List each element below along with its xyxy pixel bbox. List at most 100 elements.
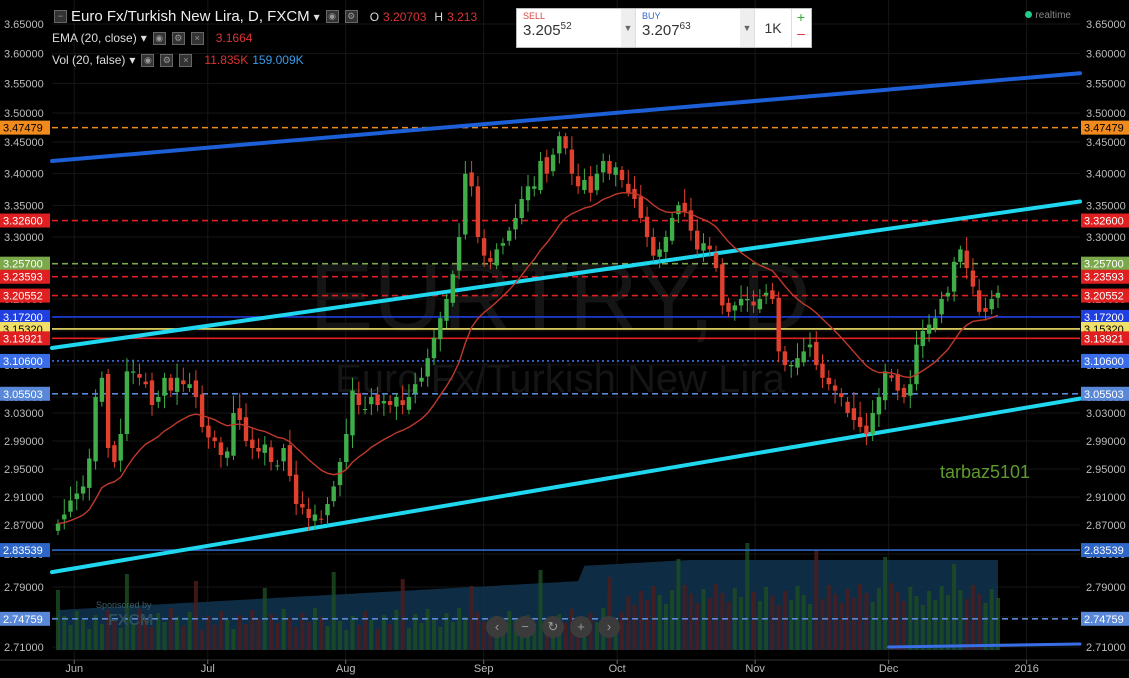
candle-body <box>99 377 105 402</box>
close-icon[interactable]: × <box>179 53 193 67</box>
settings-icon[interactable]: ⚙ <box>344 10 358 23</box>
candle-body <box>105 374 111 448</box>
reset-button[interactable]: ↻ <box>542 616 564 638</box>
candle-body <box>362 409 368 410</box>
eye-icon[interactable]: ◉ <box>152 31 166 45</box>
volume-bar <box>432 618 436 650</box>
candle-body <box>782 351 788 365</box>
scroll-right-button[interactable]: › <box>598 616 620 638</box>
candle-body <box>538 161 543 191</box>
volume-bar <box>663 604 668 650</box>
candle-body <box>563 136 568 149</box>
candle-body <box>319 518 324 520</box>
candle-body <box>557 136 562 154</box>
chevron-down-icon[interactable]: ▾ <box>314 10 320 24</box>
y-tick-label-right: 3.60000 <box>1086 49 1126 61</box>
candle-body <box>870 413 875 434</box>
volume-bar <box>958 590 963 650</box>
sponsor-logo[interactable]: FXCM <box>108 612 153 630</box>
volume-bar <box>56 590 60 650</box>
price-chart[interactable]: EURTRY, D Euro Fx/Turkish New Lira 3.650… <box>0 0 1129 678</box>
level-tag-left: 3.32600 <box>3 216 43 228</box>
vol-label[interactable]: Vol (20, false) <box>52 53 125 67</box>
symbol-title[interactable]: Euro Fx/Turkish New Lira, D, FXCM <box>71 8 310 25</box>
volume-bar <box>632 605 637 650</box>
candle-body <box>456 237 462 271</box>
candle-body <box>275 465 280 467</box>
sell-button[interactable]: SELL 3.20552 ▼ <box>517 9 636 47</box>
y-tick-label-right: 3.03000 <box>1086 408 1126 420</box>
candle-body <box>626 183 631 193</box>
volume-bar <box>983 603 988 650</box>
scroll-left-button[interactable]: ‹ <box>486 616 508 638</box>
close-icon[interactable]: × <box>190 31 204 45</box>
chevron-down-icon[interactable]: ▾ <box>129 53 135 67</box>
candle-body <box>112 445 117 462</box>
candle-body <box>814 341 819 365</box>
author-signature: tarbaz5101 <box>940 462 1030 482</box>
candle-body <box>895 374 900 391</box>
candle-body <box>845 401 850 413</box>
candle-body <box>820 363 825 378</box>
x-tick-label: Oct <box>609 663 626 675</box>
y-tick-label-left: 2.95000 <box>4 464 44 476</box>
chevron-down-icon[interactable]: ▼ <box>740 9 754 47</box>
volume-bar <box>281 609 286 650</box>
candle-body <box>156 397 161 402</box>
candle-body <box>80 486 86 494</box>
candle-body <box>801 351 806 363</box>
volume-bar <box>150 627 154 650</box>
level-tag-left: 3.20552 <box>3 291 43 303</box>
y-tick-label-right: 2.87000 <box>1086 520 1126 532</box>
volume-bar <box>425 609 430 650</box>
candle-body <box>601 161 606 173</box>
time-axis: Jun Jul Aug Sep Oct Nov Dec 2016 <box>0 659 1129 675</box>
zoom-in-button[interactable]: + <box>570 616 592 638</box>
volume-bar <box>244 624 248 650</box>
candle-body <box>951 261 957 292</box>
settings-icon[interactable]: ⚙ <box>171 31 185 45</box>
quantity-field[interactable]: 1K <box>755 9 792 47</box>
candle-body <box>87 458 92 488</box>
buy-button[interactable]: BUY 3.20763 ▼ <box>636 9 755 47</box>
decrease-button[interactable]: – <box>792 25 810 41</box>
candle-body <box>74 493 79 500</box>
volume-bar <box>469 586 474 650</box>
volume-bar <box>457 608 462 650</box>
volume-legend: Vol (20, false) ▾ ◉ ⚙ × 11.835K 159.009K <box>52 53 304 67</box>
level-tags-right: 3.474793.326003.257003.235933.205523.172… <box>1081 120 1129 626</box>
y-tick-label-right: 3.50000 <box>1086 108 1126 120</box>
candle-body <box>732 305 737 311</box>
y-tick-label-right: 2.95000 <box>1086 464 1126 476</box>
candle-body <box>776 297 781 352</box>
candle-body <box>544 157 549 174</box>
candle-body <box>225 451 230 458</box>
candle-body <box>964 250 969 268</box>
candle-body <box>137 374 142 378</box>
candle-body <box>400 400 405 405</box>
y-tick-label-right: 3.65000 <box>1086 19 1126 31</box>
y-tick-label-right: 3.35000 <box>1086 200 1126 212</box>
ema-label[interactable]: EMA (20, close) <box>52 31 137 45</box>
volume-bar <box>325 626 330 650</box>
collapse-icon[interactable]: − <box>54 10 67 23</box>
y-tick-label-right: 2.99000 <box>1086 436 1126 448</box>
volume-bar <box>175 617 180 650</box>
candle-body <box>281 448 286 462</box>
chevron-down-icon[interactable]: ▾ <box>141 31 147 45</box>
eye-icon[interactable]: ◉ <box>325 10 339 23</box>
candle-body <box>582 180 587 191</box>
zoom-out-button[interactable]: − <box>514 616 536 638</box>
candle-body <box>575 176 581 187</box>
chevron-down-icon[interactable]: ▼ <box>621 9 635 47</box>
settings-icon[interactable]: ⚙ <box>160 53 174 67</box>
candle-body <box>413 384 418 394</box>
eye-icon[interactable]: ◉ <box>141 53 155 67</box>
y-tick-label-left: 2.99000 <box>4 436 44 448</box>
candle-body <box>268 447 274 462</box>
candle-body <box>387 401 393 405</box>
volume-bar <box>212 625 217 650</box>
volume-bar <box>369 620 374 650</box>
y-tick-label-left: 3.03000 <box>4 408 44 420</box>
increase-button[interactable]: + <box>792 9 810 25</box>
